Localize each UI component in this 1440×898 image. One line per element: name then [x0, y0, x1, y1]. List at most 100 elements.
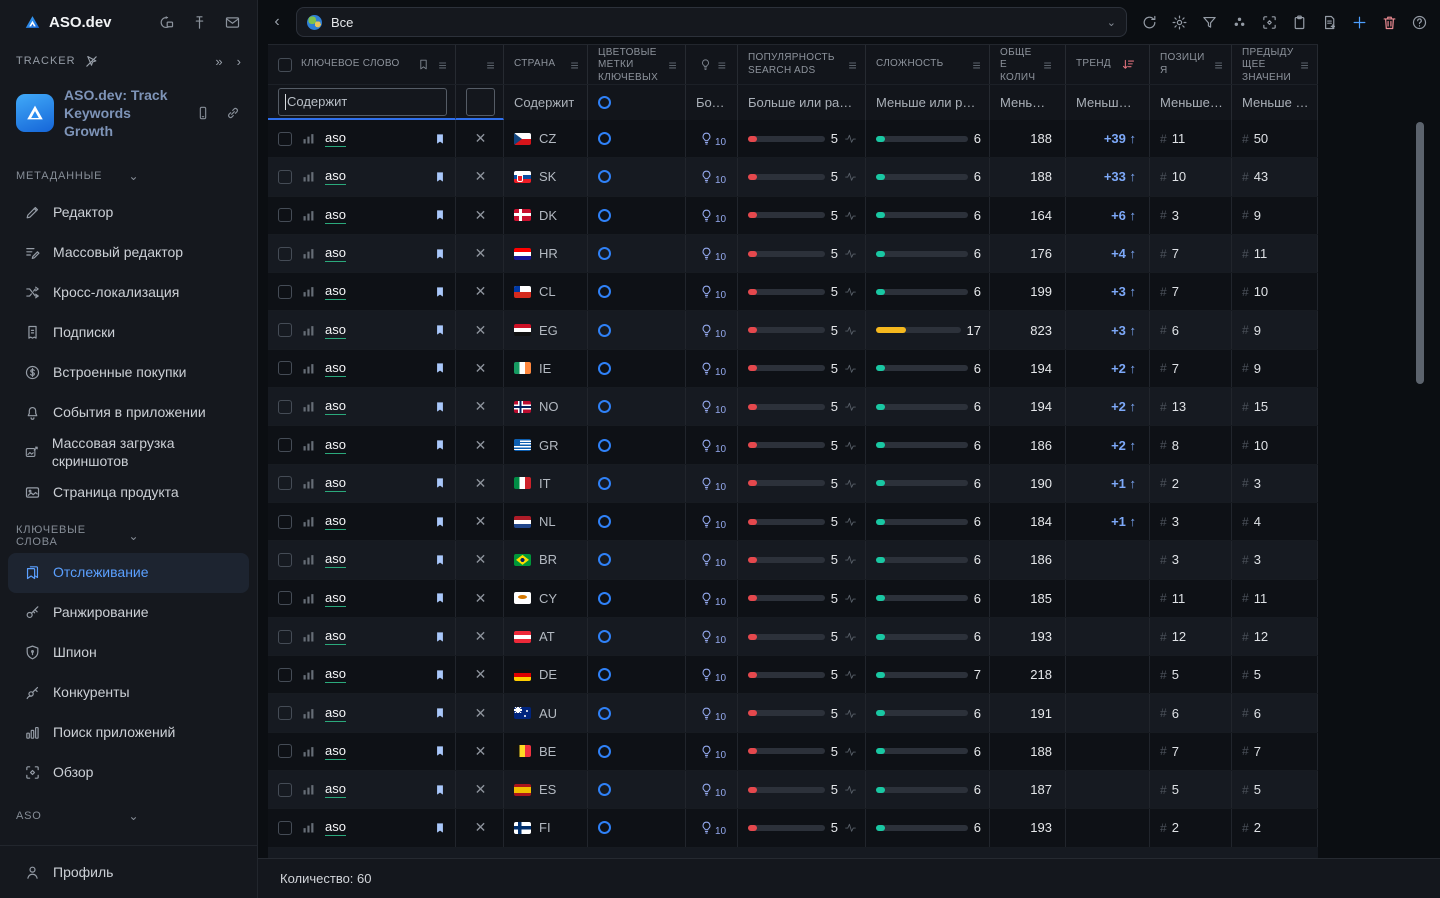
- filter-popularity[interactable]: Больше или равно: [738, 85, 866, 120]
- suggestions-count[interactable]: 10: [699, 782, 726, 797]
- column-menu-icon[interactable]: ≡: [487, 57, 495, 73]
- filter-suggestions[interactable]: Больше или равно: [686, 85, 738, 120]
- table-row[interactable]: aso ✕ HR 10 5 6 176 +4 ↑ # 7: [268, 235, 1318, 273]
- bookmark-icon[interactable]: [433, 744, 447, 758]
- column-menu-icon[interactable]: ≡: [1301, 57, 1309, 73]
- table-row[interactable]: aso ✕ FI 10 5 6 193 # 2: [268, 809, 1318, 847]
- sparkline-icon[interactable]: [844, 707, 857, 720]
- sparkline-icon[interactable]: [844, 362, 857, 375]
- sidebar-item-iap[interactable]: Встроенные покупки: [0, 353, 257, 393]
- color-tags-icon[interactable]: [1231, 14, 1248, 31]
- row-checkbox[interactable]: [278, 438, 292, 452]
- bookmark-icon[interactable]: [433, 821, 447, 835]
- changelog-icon[interactable]: [158, 14, 175, 31]
- bookmark-icon[interactable]: [433, 591, 447, 605]
- keyword-chart-icon[interactable]: [301, 399, 316, 414]
- sidebar-item-cross-localization[interactable]: Кросс-локализация: [0, 273, 257, 313]
- keyword-link[interactable]: aso: [325, 666, 346, 683]
- color-tag-icon[interactable]: [598, 247, 611, 260]
- keyword-link[interactable]: aso: [325, 513, 346, 530]
- translation-filter-input[interactable]: [466, 88, 495, 116]
- suggestions-count[interactable]: 10: [699, 706, 726, 721]
- bookmark-icon[interactable]: [433, 438, 447, 452]
- color-tag-icon[interactable]: [598, 477, 611, 490]
- filter-total[interactable]: Меньше или равно: [990, 85, 1066, 120]
- keyword-chart-icon[interactable]: [301, 438, 316, 453]
- filter-funnel-icon[interactable]: [1201, 14, 1218, 31]
- color-tag-icon[interactable]: [598, 439, 611, 452]
- settings-gear-icon[interactable]: [1171, 14, 1188, 31]
- bookmark-icon[interactable]: [433, 706, 447, 720]
- color-tag-icon[interactable]: [598, 362, 611, 375]
- suggestions-count[interactable]: 10: [699, 552, 726, 567]
- sidebar-item-subscriptions[interactable]: Подписки: [0, 313, 257, 353]
- section-metadata[interactable]: МЕТАДАННЫЕ⌄: [0, 159, 257, 193]
- table-row[interactable]: aso ✕ DK 10 5 6 164 +6 ↑ # 3: [268, 197, 1318, 235]
- suggestions-count[interactable]: 10: [699, 629, 726, 644]
- column-header-color-tags[interactable]: ЦВЕТОВЫЕ МЕТКИ КЛЮЧЕВЫХ ≡: [588, 45, 686, 84]
- column-menu-icon[interactable]: ≡: [1215, 57, 1223, 73]
- filter-position[interactable]: Меньше или равно: [1150, 85, 1232, 120]
- sidebar-item-profile[interactable]: Профиль: [0, 845, 257, 898]
- keyword-chart-icon[interactable]: [301, 476, 316, 491]
- collapse-all-icon[interactable]: »: [215, 54, 222, 69]
- color-tag-icon[interactable]: [598, 285, 611, 298]
- column-header-previous[interactable]: ПРЕДЫДУЩЕЕ ЗНАЧЕНИ ≡: [1232, 45, 1318, 84]
- color-tag-icon[interactable]: [598, 707, 611, 720]
- column-header-difficulty[interactable]: СЛОЖНОСТЬ ≡: [866, 45, 990, 84]
- bookmark-icon[interactable]: [433, 515, 447, 529]
- keyword-chart-icon[interactable]: [301, 208, 316, 223]
- remove-keyword-icon[interactable]: ✕: [475, 283, 487, 300]
- bookmark-icon[interactable]: [433, 400, 447, 414]
- sparkline-icon[interactable]: [844, 821, 857, 834]
- remove-keyword-icon[interactable]: ✕: [475, 168, 487, 185]
- tracker-section-header[interactable]: TRACKER » ›: [0, 44, 257, 78]
- remove-keyword-icon[interactable]: ✕: [475, 513, 487, 530]
- suggestions-count[interactable]: 10: [699, 514, 726, 529]
- column-header-keyword[interactable]: КЛЮЧЕВОЕ СЛОВО ≡: [268, 45, 456, 84]
- keyword-link[interactable]: aso: [325, 705, 346, 722]
- remove-keyword-icon[interactable]: ✕: [475, 245, 487, 262]
- color-tag-icon[interactable]: [598, 209, 611, 222]
- column-header-country[interactable]: СТРАНА ≡: [504, 45, 588, 84]
- column-menu-icon[interactable]: ≡: [849, 57, 857, 73]
- keyword-chart-icon[interactable]: [301, 131, 316, 146]
- row-checkbox[interactable]: [278, 515, 292, 529]
- bookmark-icon[interactable]: [433, 247, 447, 261]
- remove-keyword-icon[interactable]: ✕: [475, 207, 487, 224]
- table-row[interactable]: aso ✕ NL 10 5 6 184 +1 ↑ # 3: [268, 503, 1318, 541]
- remove-keyword-icon[interactable]: ✕: [475, 398, 487, 415]
- sparkline-icon[interactable]: [844, 477, 857, 490]
- mail-icon[interactable]: [224, 14, 241, 31]
- table-row[interactable]: aso ✕ AT 10 5 6 193 # 12: [268, 618, 1318, 656]
- color-tag-icon[interactable]: [598, 324, 611, 337]
- keyword-chart-icon[interactable]: [301, 744, 316, 759]
- sidebar-item-app-search[interactable]: Поиск приложений: [0, 713, 257, 753]
- sidebar-item-in-app-events[interactable]: События в приложении: [0, 393, 257, 433]
- section-keywords[interactable]: КЛЮЧЕВЫЕ СЛОВА⌄: [0, 519, 257, 553]
- device-phone-icon[interactable]: [195, 105, 211, 121]
- keyword-chart-icon[interactable]: [301, 246, 316, 261]
- column-menu-icon[interactable]: ≡: [571, 57, 579, 73]
- color-tag-icon[interactable]: [598, 592, 611, 605]
- table-row[interactable]: aso ✕ ES 10 5 6 187 # 5: [268, 771, 1318, 809]
- column-menu-icon[interactable]: ≡: [718, 57, 726, 73]
- sidebar-item-spy[interactable]: Шпион: [0, 633, 257, 673]
- suggestions-count[interactable]: 10: [699, 399, 726, 414]
- row-checkbox[interactable]: [278, 400, 292, 414]
- keyword-link[interactable]: aso: [325, 207, 346, 224]
- sparkline-icon[interactable]: [844, 132, 857, 145]
- bookmark-icon[interactable]: [433, 361, 447, 375]
- bookmark-icon[interactable]: [433, 132, 447, 146]
- color-tag-icon[interactable]: [598, 821, 611, 834]
- suggestions-count[interactable]: 10: [699, 169, 726, 184]
- vertical-scrollbar[interactable]: [1416, 122, 1424, 384]
- sparkline-icon[interactable]: [844, 630, 857, 643]
- row-checkbox[interactable]: [278, 208, 292, 222]
- sparkline-icon[interactable]: [844, 247, 857, 260]
- keyword-chart-icon[interactable]: [301, 169, 316, 184]
- table-row[interactable]: aso ✕ AU 10 5 6 191 # 6: [268, 694, 1318, 732]
- keyword-chart-icon[interactable]: [301, 514, 316, 529]
- sort-descending-icon[interactable]: [1121, 57, 1136, 72]
- keyword-link[interactable]: aso: [325, 322, 346, 339]
